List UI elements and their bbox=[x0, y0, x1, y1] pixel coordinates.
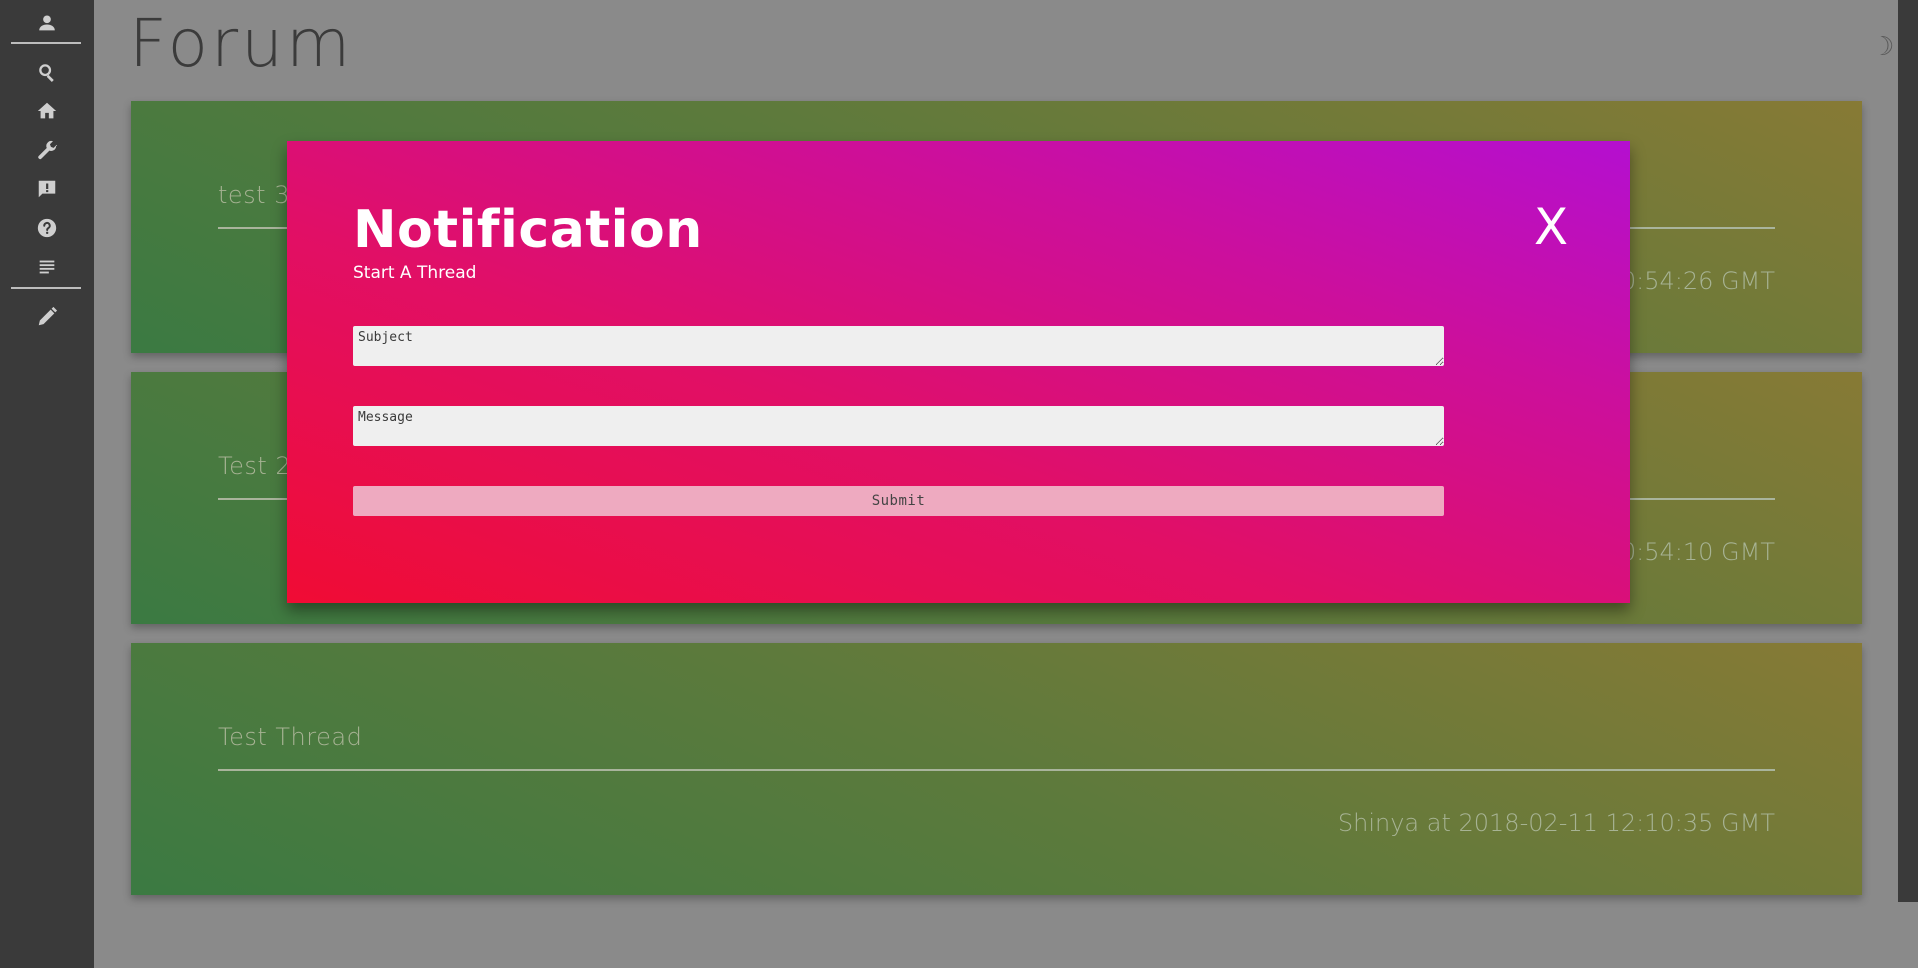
sidebar-divider bbox=[11, 287, 81, 289]
new-thread-button[interactable] bbox=[0, 301, 94, 333]
message-field[interactable] bbox=[353, 406, 1444, 446]
sidebar bbox=[0, 0, 94, 968]
thread-divider bbox=[218, 769, 1775, 771]
search-icon bbox=[39, 64, 54, 82]
notification-modal: Notification Start A Thread X Submit bbox=[287, 141, 1630, 603]
wrench-icon bbox=[38, 140, 58, 160]
thread-title[interactable]: test 3 bbox=[218, 181, 290, 209]
help-icon bbox=[37, 218, 57, 238]
modal-subtitle: Start A Thread bbox=[353, 263, 477, 283]
thread-title[interactable]: Test Thread bbox=[218, 723, 362, 751]
thread-meta: Shinya at 2018-02-11 12:10:35 GMT bbox=[1337, 809, 1775, 837]
home-icon bbox=[37, 102, 57, 119]
profile-button[interactable] bbox=[0, 7, 94, 39]
settings-button[interactable] bbox=[0, 134, 94, 166]
moon-icon[interactable]: ☾ bbox=[1871, 32, 1894, 62]
pencil-icon bbox=[38, 306, 58, 326]
modal-title: Notification bbox=[353, 200, 703, 260]
sidebar-divider bbox=[11, 42, 81, 44]
feedback-icon bbox=[38, 180, 56, 198]
list-button[interactable] bbox=[0, 251, 94, 283]
close-button[interactable]: X bbox=[1526, 199, 1576, 255]
profile-icon bbox=[39, 15, 55, 31]
home-button[interactable] bbox=[0, 95, 94, 127]
feedback-button[interactable] bbox=[0, 173, 94, 205]
submit-button[interactable]: Submit bbox=[353, 486, 1444, 516]
page-title: Forum bbox=[129, 5, 354, 82]
thread-title[interactable]: Test 2 bbox=[218, 452, 291, 480]
scrollbar[interactable] bbox=[1898, 0, 1918, 902]
list-icon bbox=[39, 260, 55, 274]
subject-field[interactable] bbox=[353, 326, 1444, 366]
thread-card[interactable]: Test Thread Shinya at 2018-02-11 12:10:3… bbox=[131, 643, 1862, 895]
help-button[interactable] bbox=[0, 212, 94, 244]
search-button[interactable] bbox=[0, 56, 94, 88]
